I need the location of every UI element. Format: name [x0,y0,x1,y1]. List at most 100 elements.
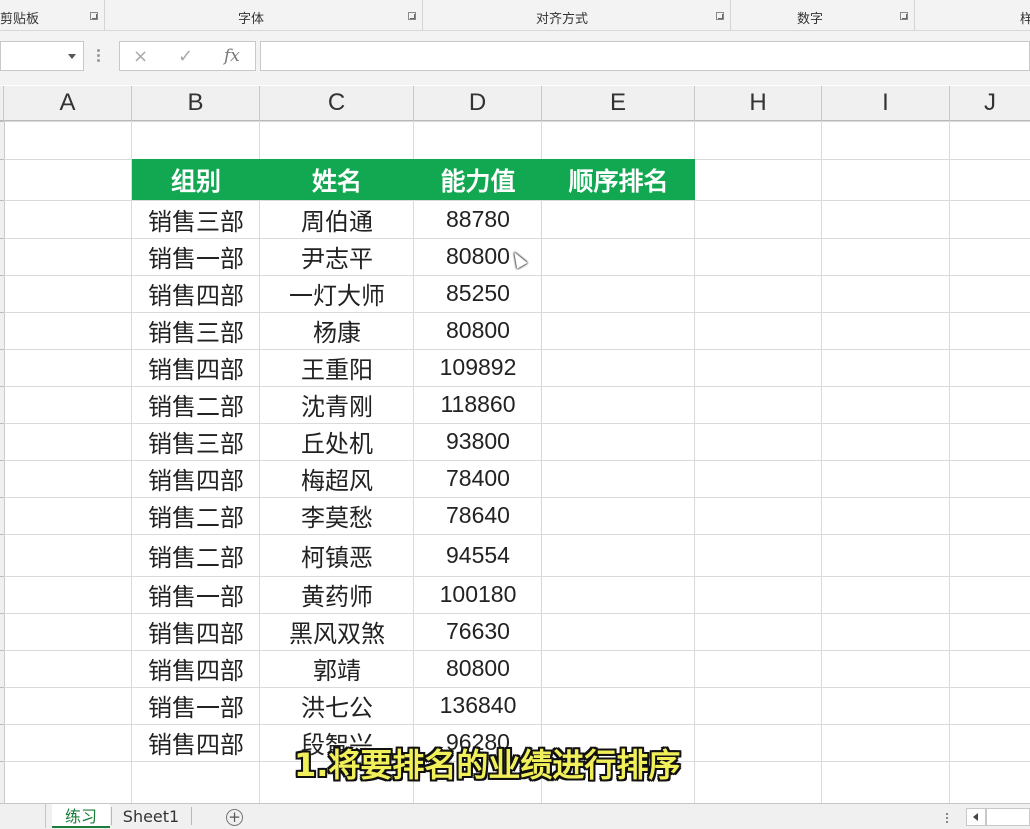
formula-bar-area: × ✓ fx [0,31,1030,85]
cell-rank[interactable] [542,576,695,613]
cell-ability[interactable]: 100180 [414,576,542,613]
tab-divider [111,807,112,825]
column-header-j[interactable]: J [950,86,1030,121]
row-header-strip[interactable] [0,121,5,803]
column-header-b[interactable]: B [132,86,260,121]
cell-group[interactable]: 销售四部 [132,613,260,650]
cell-ability[interactable]: 78640 [414,497,542,534]
cell-name[interactable]: 杨康 [260,312,414,349]
table-header-group[interactable]: 组别 [132,159,260,200]
cell-rank[interactable] [542,460,695,497]
column-header-h[interactable]: H [695,86,822,121]
cell-rank[interactable] [542,386,695,423]
cell-rank[interactable] [542,238,695,275]
cell-ability[interactable]: 94554 [414,534,542,576]
cell-group[interactable]: 销售一部 [132,576,260,613]
row-header-tick [0,349,4,350]
sheet-tab-practice[interactable]: 练习 [52,804,110,828]
cell-ability[interactable]: 88780 [414,200,542,238]
ribbon-group-alignment: 对齐方式 [423,0,731,30]
table-header-name[interactable]: 姓名 [260,159,414,200]
dialog-launcher-icon[interactable] [900,12,908,20]
sheet-tab-sheet1[interactable]: Sheet1 [113,804,189,828]
cell-name[interactable]: 郭靖 [260,650,414,687]
cell-rank[interactable] [542,613,695,650]
table-header-ability[interactable]: 能力值 [414,159,542,200]
cell-group[interactable]: 销售三部 [132,312,260,349]
row-header-tick [0,159,4,160]
cell-ability[interactable]: 76630 [414,613,542,650]
cell-rank[interactable] [542,312,695,349]
cell-rank[interactable] [542,534,695,576]
cell-group[interactable]: 销售四部 [132,460,260,497]
column-header-c[interactable]: C [260,86,414,121]
ribbon-group-label: 字体 [238,12,265,27]
cell-name[interactable]: 王重阳 [260,349,414,386]
column-header-e[interactable]: E [542,86,695,121]
cell-rank[interactable] [542,687,695,724]
cell-ability[interactable]: 80800 [414,650,542,687]
cell-ability[interactable]: 80800 [414,312,542,349]
cell-group[interactable]: 销售三部 [132,423,260,460]
cell-group[interactable]: 销售二部 [132,386,260,423]
scroll-left-icon[interactable] [966,808,986,826]
tab-scroll-area[interactable] [0,804,46,828]
row-header-tick [0,534,4,535]
name-box[interactable] [0,41,84,71]
cell-group[interactable]: 销售一部 [132,238,260,275]
table-header-rank[interactable]: 顺序排名 [542,159,695,200]
splitter-handle-icon[interactable] [946,813,948,825]
column-header-i[interactable]: I [822,86,950,121]
cell-ability[interactable]: 93800 [414,423,542,460]
cell-name[interactable]: 黄药师 [260,576,414,613]
cell-name[interactable]: 梅超风 [260,460,414,497]
dialog-launcher-icon[interactable] [716,12,724,20]
add-sheet-icon[interactable]: + [226,809,243,826]
cell-group[interactable]: 销售四部 [132,650,260,687]
video-caption: 1.将要排名的业绩进行排序 [294,746,681,784]
row-header-tick [0,200,4,201]
row-header-tick [0,386,4,387]
cell-ability[interactable]: 136840 [414,687,542,724]
drag-handle-icon[interactable] [97,49,100,63]
cell-rank[interactable] [542,349,695,386]
cell-name[interactable]: 柯镇恶 [260,534,414,576]
cell-rank[interactable] [542,423,695,460]
chevron-down-icon[interactable] [68,54,76,59]
formula-input[interactable] [260,41,1030,71]
cell-group[interactable]: 销售四部 [132,349,260,386]
cell-rank[interactable] [542,200,695,238]
cell-group[interactable]: 销售三部 [132,200,260,238]
cell-group[interactable]: 销售一部 [132,687,260,724]
cancel-icon[interactable]: × [133,46,148,67]
cell-name[interactable]: 尹志平 [260,238,414,275]
cell-name[interactable]: 沈青刚 [260,386,414,423]
cell-ability[interactable]: 109892 [414,349,542,386]
enter-icon[interactable]: ✓ [178,46,193,67]
cell-ability[interactable]: 85250 [414,275,542,312]
column-header-a[interactable]: A [4,86,132,121]
cell-ability[interactable]: 78400 [414,460,542,497]
cell-name[interactable]: 周伯通 [260,200,414,238]
row-header-tick [0,650,4,651]
cell-rank[interactable] [542,497,695,534]
cell-name[interactable]: 李莫愁 [260,497,414,534]
dialog-launcher-icon[interactable] [408,12,416,20]
horizontal-scrollbar[interactable] [986,808,1030,826]
cell-ability[interactable]: 118860 [414,386,542,423]
cell-name[interactable]: 丘处机 [260,423,414,460]
cell-name[interactable]: 洪七公 [260,687,414,724]
cell-rank[interactable] [542,275,695,312]
cell-name[interactable]: 黑风双煞 [260,613,414,650]
dialog-launcher-icon[interactable] [90,12,98,20]
cell-group[interactable]: 销售四部 [132,275,260,312]
insert-function-icon[interactable]: fx [224,46,240,66]
column-header-d[interactable]: D [414,86,542,121]
row-header-tick [0,460,4,461]
cell-group[interactable]: 销售二部 [132,534,260,576]
cell-name[interactable]: 一灯大师 [260,275,414,312]
cell-group[interactable]: 销售二部 [132,497,260,534]
row-header-tick [0,238,4,239]
cell-rank[interactable] [542,650,695,687]
cell-group[interactable]: 销售四部 [132,724,260,761]
